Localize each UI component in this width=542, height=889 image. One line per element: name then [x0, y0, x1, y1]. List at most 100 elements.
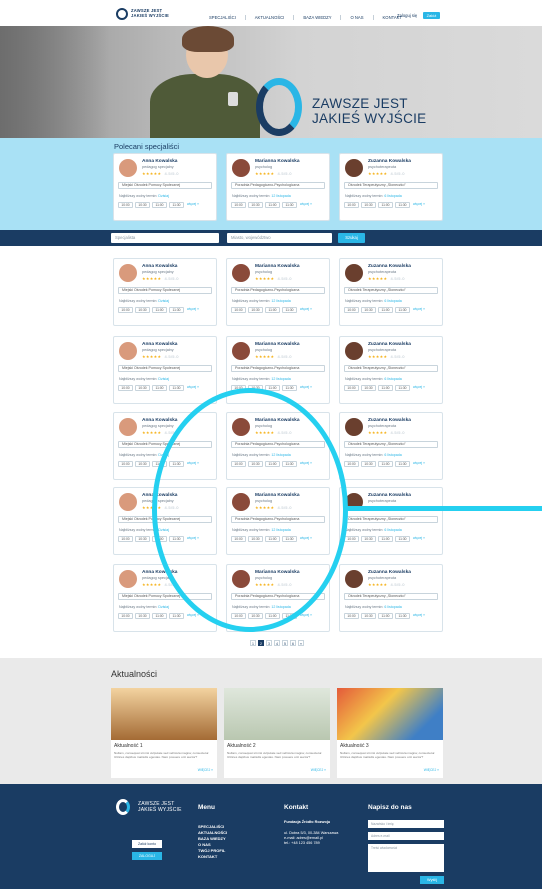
more-slots-link[interactable]: więcej » — [299, 385, 313, 391]
footer-message-textarea[interactable]: Treść wiadomości — [368, 844, 444, 872]
time-slot[interactable]: 11:00 — [152, 307, 167, 313]
time-slot[interactable]: 11:30 — [169, 613, 184, 619]
time-slot[interactable]: 10:30 — [135, 385, 150, 391]
more-slots-link[interactable]: więcej » — [412, 307, 426, 313]
time-slot[interactable]: 11:00 — [152, 202, 167, 208]
news-more-link[interactable]: WIĘCEJ » — [198, 768, 213, 772]
time-slot[interactable]: 11:30 — [395, 307, 410, 313]
specialist-card[interactable]: Marianna Kowalska psycholog ★★★★★ 4.5/5.0 Po… — [226, 258, 330, 326]
time-slot[interactable]: 10:30 — [135, 536, 150, 542]
more-slots-link[interactable]: więcej » — [299, 202, 313, 208]
time-slot[interactable]: 11:00 — [265, 202, 280, 208]
login-link[interactable]: Zaloguj się — [397, 13, 417, 18]
specialist-name[interactable]: Marianna Kowalska — [255, 159, 300, 164]
logo-text[interactable]: ZAWSZE JEST JAKIEŚ WYJŚCIE — [131, 8, 169, 18]
time-slot[interactable]: 11:30 — [395, 202, 410, 208]
time-slot[interactable]: 11:30 — [282, 307, 297, 313]
specialist-name[interactable]: Anna Kowalska — [142, 418, 177, 423]
footer-create-account-button[interactable]: Załóż konto — [132, 840, 162, 848]
time-slot[interactable]: 10:30 — [135, 613, 150, 619]
page-1[interactable]: 1 — [250, 640, 256, 646]
time-slot[interactable]: 10:30 — [361, 536, 376, 542]
specialist-card[interactable]: Marianna Kowalska psycholog ★★★★★ 4.5/5.0 Po… — [226, 153, 330, 221]
logo-icon[interactable] — [116, 8, 128, 20]
time-slot[interactable]: 11:00 — [378, 202, 393, 208]
next-slot-date[interactable]: 6 listopada — [384, 453, 401, 457]
specialist-name[interactable]: Marianna Kowalska — [255, 342, 300, 347]
time-slot[interactable]: 10:30 — [361, 385, 376, 391]
time-slot[interactable]: 10:00 — [118, 385, 133, 391]
next-slot-date[interactable]: 6 listopada — [384, 605, 401, 609]
specialist-name[interactable]: Zuzanna Kowalska — [368, 570, 411, 575]
time-slot[interactable]: 10:30 — [135, 461, 150, 467]
footer-menu-contact[interactable]: KONTAKT — [198, 854, 227, 860]
page-2[interactable]: 2 — [258, 640, 264, 646]
time-slot[interactable]: 10:30 — [248, 202, 263, 208]
time-slot[interactable]: 10:30 — [248, 307, 263, 313]
search-button[interactable]: Szukaj — [338, 233, 365, 243]
next-slot-date[interactable]: 12 listopada — [271, 194, 290, 198]
location-input[interactable]: Miasto, województwo — [227, 233, 332, 243]
time-slot[interactable]: 11:00 — [152, 385, 167, 391]
next-slot-date[interactable]: Dzisiaj — [158, 605, 169, 609]
more-slots-link[interactable]: więcej » — [186, 307, 200, 313]
page-4[interactable]: 4 — [274, 640, 280, 646]
next-slot-date[interactable]: Dzisiaj — [158, 299, 169, 303]
next-slot-date[interactable]: Dzisiaj — [158, 377, 169, 381]
more-slots-link[interactable]: więcej » — [186, 385, 200, 391]
time-slot[interactable]: 10:30 — [361, 202, 376, 208]
specialist-input[interactable]: Specjalista — [111, 233, 219, 243]
specialist-card[interactable]: Anna Kowalska pedagog specjalny ★★★★★ 4.5/5… — [113, 258, 217, 326]
next-slot-date[interactable]: 6 listopada — [384, 377, 401, 381]
time-slot[interactable]: 10:30 — [361, 307, 376, 313]
specialist-name[interactable]: Zuzanna Kowalska — [368, 342, 411, 347]
next-slot-date[interactable]: Dzisiaj — [158, 194, 169, 198]
specialist-card[interactable]: Zuzanna Kowalskapsychoterapeuta ★★★★★4.5/… — [339, 153, 443, 221]
time-slot[interactable]: 11:30 — [395, 536, 410, 542]
more-slots-link[interactable]: więcej » — [412, 536, 426, 542]
specialist-card[interactable]: Zuzanna Kowalskapsychoterapeuta ★★★★★4.5/… — [339, 258, 443, 326]
specialist-name[interactable]: Marianna Kowalska — [255, 264, 300, 269]
time-slot[interactable]: 10:00 — [344, 385, 359, 391]
time-slot[interactable]: 10:00 — [344, 613, 359, 619]
page-6[interactable]: 6 — [290, 640, 296, 646]
more-slots-link[interactable]: więcej » — [412, 385, 426, 391]
footer-email-input[interactable]: Adres e-mail — [368, 832, 444, 840]
time-slot[interactable]: 11:00 — [152, 613, 167, 619]
time-slot[interactable]: 10:30 — [135, 307, 150, 313]
specialist-name[interactable]: Zuzanna Kowalska — [368, 418, 411, 423]
time-slot[interactable]: 10:00 — [118, 202, 133, 208]
specialist-name[interactable]: Anna Kowalska — [142, 342, 177, 347]
more-slots-link[interactable]: więcej » — [412, 461, 426, 467]
time-slot[interactable]: 11:00 — [378, 307, 393, 313]
time-slot[interactable]: 11:30 — [395, 613, 410, 619]
footer-name-input[interactable]: Nazwisko i imię — [368, 820, 444, 828]
footer-login-button[interactable]: ZALOGUJ — [132, 852, 162, 860]
news-card[interactable]: Aktualność 1 Nullam, consequat sit nisi … — [111, 688, 217, 778]
time-slot[interactable]: 11:30 — [169, 307, 184, 313]
nav-knowledge[interactable]: BAZA WIEDZY — [293, 15, 340, 20]
register-button[interactable]: Załóż konto — [423, 12, 440, 25]
time-slot[interactable]: 11:30 — [395, 385, 410, 391]
time-slot[interactable]: 10:00 — [118, 307, 133, 313]
time-slot[interactable]: 11:00 — [378, 613, 393, 619]
time-slot[interactable]: 10:00 — [231, 202, 246, 208]
time-slot[interactable]: 11:30 — [282, 202, 297, 208]
nav-news[interactable]: AKTUALNOŚCI — [244, 15, 294, 20]
time-slot[interactable]: 11:30 — [169, 385, 184, 391]
time-slot[interactable]: 10:00 — [344, 307, 359, 313]
news-more-link[interactable]: WIĘCEJ » — [424, 768, 439, 772]
page-3[interactable]: 3 — [266, 640, 272, 646]
more-slots-link[interactable]: więcej » — [412, 202, 426, 208]
specialist-card[interactable]: Anna Kowalska pedagog specjalny ★★★★★ 4.5/5… — [113, 336, 217, 404]
time-slot[interactable]: 11:00 — [265, 307, 280, 313]
specialist-name[interactable]: Zuzanna Kowalska — [368, 264, 411, 269]
more-slots-link[interactable]: więcej » — [186, 202, 200, 208]
time-slot[interactable]: 10:30 — [135, 202, 150, 208]
nav-specialists[interactable]: SPECJALIŚCI — [200, 15, 245, 20]
specialist-name[interactable]: Anna Kowalska — [142, 159, 177, 164]
time-slot[interactable]: 10:30 — [361, 613, 376, 619]
specialist-name[interactable]: Anna Kowalska — [142, 264, 177, 269]
page-5[interactable]: 5 — [282, 640, 288, 646]
time-slot[interactable]: 11:30 — [169, 202, 184, 208]
